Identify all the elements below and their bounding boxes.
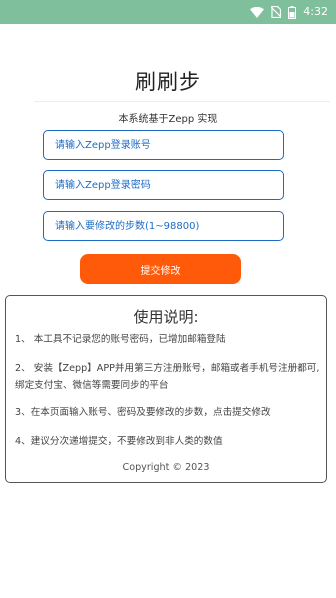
usage-item: 3、在本页面输入账号、密码及要修改的步数，点击提交修改 <box>15 407 271 418</box>
subtitle: 本系统基于Zepp 实现 <box>118 114 218 125</box>
usage-item: 2、 安装【Zepp】APP并用第三方注册账号，邮箱或者手机号注册都可,绑定支付… <box>15 363 320 391</box>
battery-icon <box>288 5 297 19</box>
usage-instructions-card: 使用说明: 1、 本工具不记录您的账号密码，已增加邮箱登陆 2、 安装【Zepp… <box>5 295 327 483</box>
status-icons: 4:32 <box>250 4 328 20</box>
no-sim-icon <box>271 6 282 18</box>
copyright: Copyright © 2023 <box>122 462 210 473</box>
usage-item: 4、建议分次递增提交，不要修改到非人类的数值 <box>15 436 223 447</box>
status-time: 4:32 <box>303 5 328 18</box>
steps-input[interactable] <box>44 212 283 240</box>
submit-button[interactable]: 提交修改 <box>80 254 241 284</box>
steps-field-box <box>43 211 284 241</box>
status-bar: 4:32 <box>0 0 336 24</box>
account-input[interactable] <box>44 131 283 159</box>
usage-title: 使用说明: <box>133 308 199 326</box>
password-input[interactable] <box>44 171 283 199</box>
password-field-box <box>43 170 284 200</box>
usage-item: 1、 本工具不记录您的账号密码，已增加邮箱登陆 <box>15 334 226 345</box>
title-divider <box>34 101 330 102</box>
account-field-box <box>43 130 284 160</box>
page-title: 刷刷步 <box>135 70 201 94</box>
wifi-icon <box>250 6 265 18</box>
